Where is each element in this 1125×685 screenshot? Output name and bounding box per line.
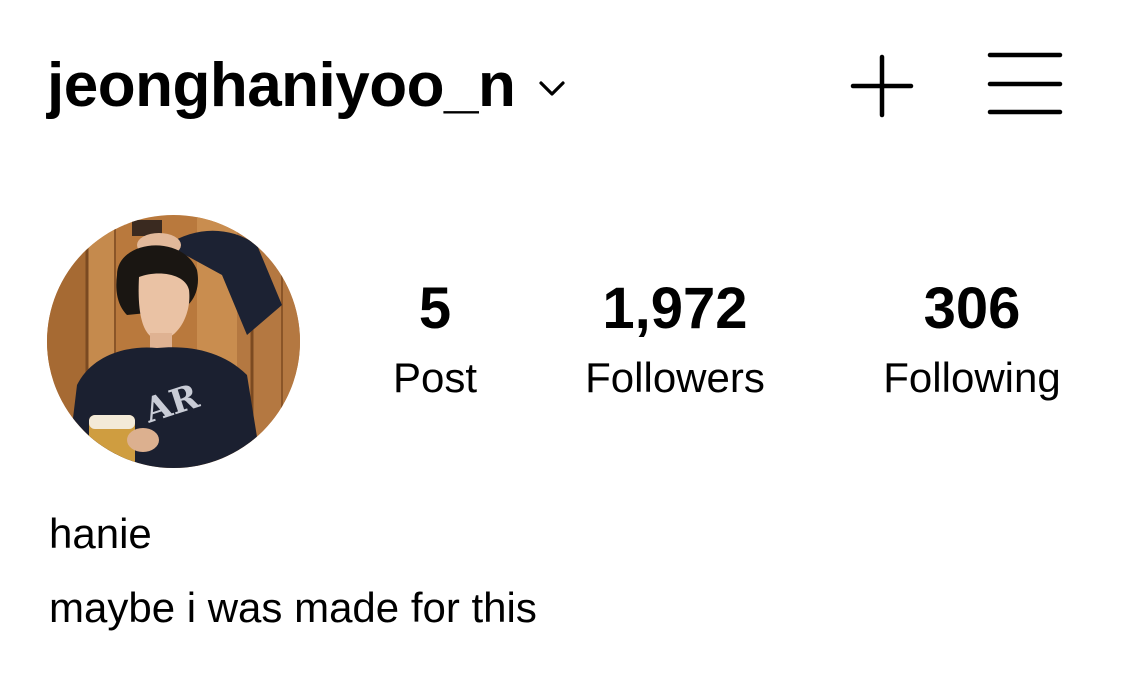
profile-bio: maybe i was made for this bbox=[49, 584, 537, 631]
followers-label: Followers bbox=[585, 354, 765, 401]
account-switcher[interactable]: jeonghaniyoo_n bbox=[47, 48, 567, 124]
posts-label: Post bbox=[392, 354, 478, 401]
profile-display-name: hanie bbox=[49, 510, 152, 557]
profile-header: jeonghaniyoo_n bbox=[0, 0, 1125, 170]
chevron-down-icon bbox=[539, 81, 565, 96]
posts-count: 5 bbox=[418, 276, 452, 341]
following-stat[interactable]: 306 Following bbox=[858, 274, 1086, 404]
profile-avatar[interactable]: AR bbox=[47, 215, 300, 468]
following-label: Following bbox=[883, 354, 1061, 401]
profile-photo: AR bbox=[47, 215, 300, 468]
followers-count: 1,972 bbox=[602, 276, 748, 341]
followers-stat[interactable]: 1,972 Followers bbox=[555, 274, 795, 404]
plus-icon[interactable] bbox=[848, 52, 916, 120]
posts-stat[interactable]: 5 Post bbox=[375, 274, 495, 404]
following-count: 306 bbox=[923, 276, 1021, 341]
hamburger-menu-icon[interactable] bbox=[986, 50, 1064, 118]
username-title: jeonghaniyoo_n bbox=[47, 51, 516, 120]
